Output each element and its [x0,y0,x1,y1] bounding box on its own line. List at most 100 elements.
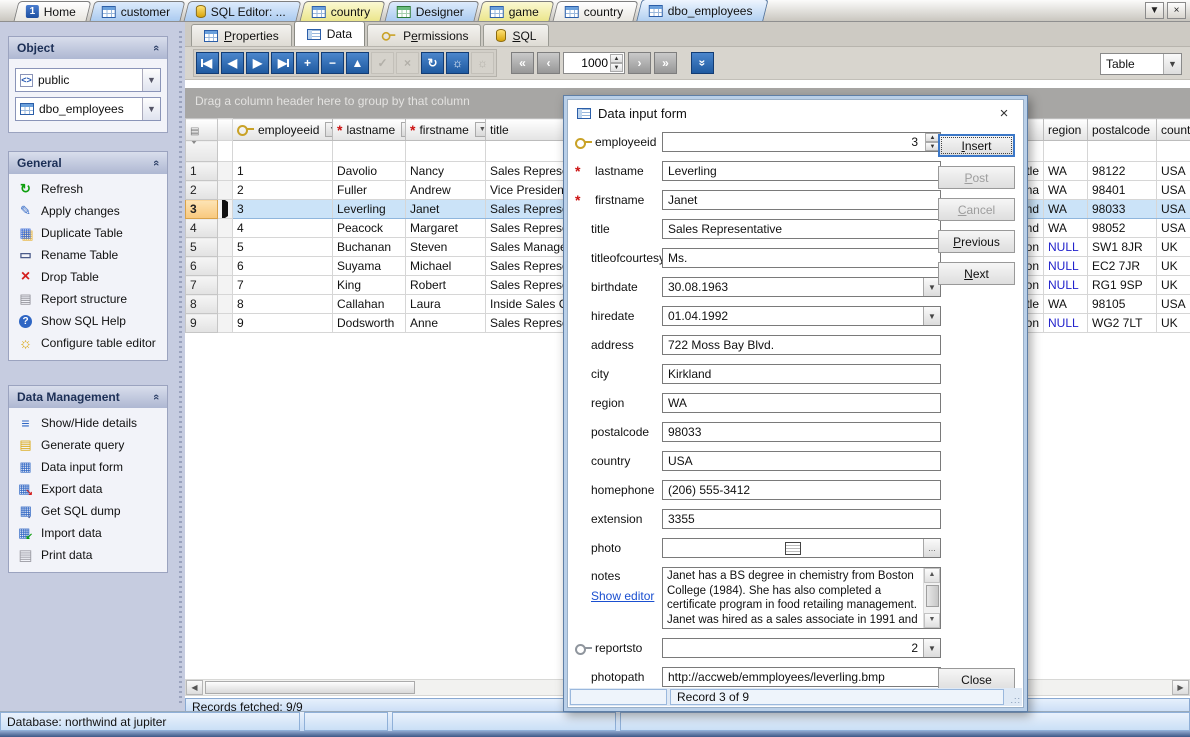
sidebar-item-apply-changes[interactable]: Apply changes [9,200,167,222]
row-number-cell[interactable]: 5 [186,238,218,257]
cell-postalcode[interactable]: 98052 [1088,219,1157,238]
country-field[interactable]: USA [662,451,941,471]
cell-employeeid[interactable]: 5 [233,238,333,257]
edit-record-button[interactable]: ▲ [346,52,369,74]
sidebar-item-refresh[interactable]: Refresh [9,178,167,200]
cell-postalcode[interactable]: 98122 [1088,162,1157,181]
filter-dropdown-icon[interactable]: ▼ [401,122,405,137]
fetch-all-button[interactable]: » [691,52,714,74]
view-mode-select[interactable]: Table ▼ [1100,53,1182,75]
filter-cell[interactable] [233,141,333,162]
grid-column-header-region[interactable]: region▼ [1044,119,1088,141]
scrollbar-thumb[interactable] [205,681,415,694]
cell-employeeid[interactable]: 4 [233,219,333,238]
editor-tab-data[interactable]: Data [294,21,365,46]
cell-region[interactable]: WA [1044,162,1088,181]
sidebar-item-rename-table[interactable]: Rename Table [9,244,167,266]
scroll-down-icon[interactable]: ▼ [924,613,940,628]
sidebar-item-get-sql-dump[interactable]: Get SQL dump [9,500,167,522]
cell-region[interactable]: WA [1044,295,1088,314]
cell-postalcode[interactable]: 98401 [1088,181,1157,200]
collapse-icon[interactable]: « [150,160,162,166]
insert-record-button[interactable]: + [296,52,319,74]
next-button[interactable]: Next [938,262,1015,285]
collapse-icon[interactable]: « [150,394,162,400]
chevron-down-icon[interactable]: ▼ [142,69,160,91]
ellipsis-button[interactable]: … [923,539,940,557]
record-limit-spinner[interactable]: ▲▼ [610,54,623,72]
cell-region[interactable]: NULL [1044,238,1088,257]
tab-country[interactable]: country [552,1,638,21]
sidebar-item-data-input-form[interactable]: Data input form [9,456,167,478]
cell-region[interactable]: NULL [1044,314,1088,333]
cell-employeeid[interactable]: 1 [233,162,333,181]
cell-lastname[interactable]: Fuller [333,181,406,200]
previous-button[interactable]: Previous [938,230,1015,253]
hiredate-field[interactable]: 01.04.1992▼ [662,306,941,326]
scroll-up-icon[interactable]: ▲ [924,568,940,583]
cell-employeeid[interactable]: 2 [233,181,333,200]
window-close-button[interactable]: × [1167,2,1186,19]
spin-up-icon[interactable]: ▲ [610,54,623,63]
cell-region[interactable]: WA [1044,200,1088,219]
sidebar-item-show-sql-help[interactable]: Show SQL Help [9,310,167,332]
row-number-cell[interactable]: 4 [186,219,218,238]
grid-corner-header[interactable]: ▤ [186,119,218,141]
sidebar-item-print-data[interactable]: Print data [9,544,167,566]
cell-region[interactable]: NULL [1044,276,1088,295]
tab-designer[interactable]: Designer [384,1,479,21]
cell-postalcode[interactable]: RG1 9SP [1088,276,1157,295]
firstname-field[interactable]: Janet [662,190,941,210]
cell-employeeid[interactable]: 7 [233,276,333,295]
tab-sql-editor-[interactable]: SQL Editor: ... [184,1,302,21]
dialog-title-bar[interactable]: Data input form × [568,100,1023,127]
set-filter-button[interactable]: ☼ [446,52,469,74]
title-field[interactable]: Sales Representative [662,219,941,239]
object-panel-header[interactable]: Object « [9,37,167,59]
row-number-cell[interactable]: 7 [186,276,218,295]
dialog-close-icon[interactable]: × [994,105,1014,122]
filter-row-header[interactable] [186,141,218,162]
cell-region[interactable]: WA [1044,181,1088,200]
editor-tab-properties[interactable]: Properties [191,24,292,46]
cell-firstname[interactable]: Laura [406,295,486,314]
cell-postalcode[interactable]: 98033 [1088,200,1157,219]
filter-cell[interactable] [406,141,486,162]
cell-country[interactable]: UK [1157,257,1190,276]
row-number-cell[interactable]: 9 [186,314,218,333]
sidebar-item-configure-table-editor[interactable]: Configure table editor [9,332,167,354]
cell-lastname[interactable]: Peacock [333,219,406,238]
cell-country[interactable]: UK [1157,276,1190,295]
collapse-icon[interactable]: « [150,45,162,51]
spin-down-icon[interactable]: ▼ [610,63,623,72]
filter-cell[interactable] [1044,141,1088,162]
cell-country[interactable]: UK [1157,314,1190,333]
cell-employeeid[interactable]: 9 [233,314,333,333]
titleofcourtesy-field[interactable]: Ms. [662,248,941,268]
filter-cell[interactable] [333,141,406,162]
cell-country[interactable]: USA [1157,295,1190,314]
sidebar-item-generate-query[interactable]: Generate query [9,434,167,456]
cell-firstname[interactable]: Janet [406,200,486,219]
editor-tab-sql[interactable]: SQL [483,24,549,46]
object-selector-public[interactable]: <>public▼ [15,68,161,92]
lastname-field[interactable]: Leverling [662,161,941,181]
tab-home[interactable]: 1Home [14,1,92,21]
tab-game[interactable]: game [477,1,554,21]
extension-field[interactable]: 3355 [662,509,941,529]
cell-region[interactable]: WA [1044,219,1088,238]
cell-employeeid[interactable]: 6 [233,257,333,276]
sidebar-item-drop-table[interactable]: Drop Table [9,266,167,288]
first-page-button[interactable]: « [511,52,534,74]
address-field[interactable]: 722 Moss Bay Blvd. [662,335,941,355]
last-page-button[interactable]: » [654,52,677,74]
filter-cell[interactable] [1088,141,1157,162]
sidebar-item-show-hide-details[interactable]: Show/Hide details [9,412,167,434]
scrollbar-thumb[interactable] [926,585,939,607]
cell-firstname[interactable]: Steven [406,238,486,257]
tab-customer[interactable]: customer [90,1,186,21]
prev-page-button[interactable]: ‹ [537,52,560,74]
cell-postalcode[interactable]: EC2 7JR [1088,257,1157,276]
city-field[interactable]: Kirkland [662,364,941,384]
filter-cell[interactable] [1157,141,1190,162]
